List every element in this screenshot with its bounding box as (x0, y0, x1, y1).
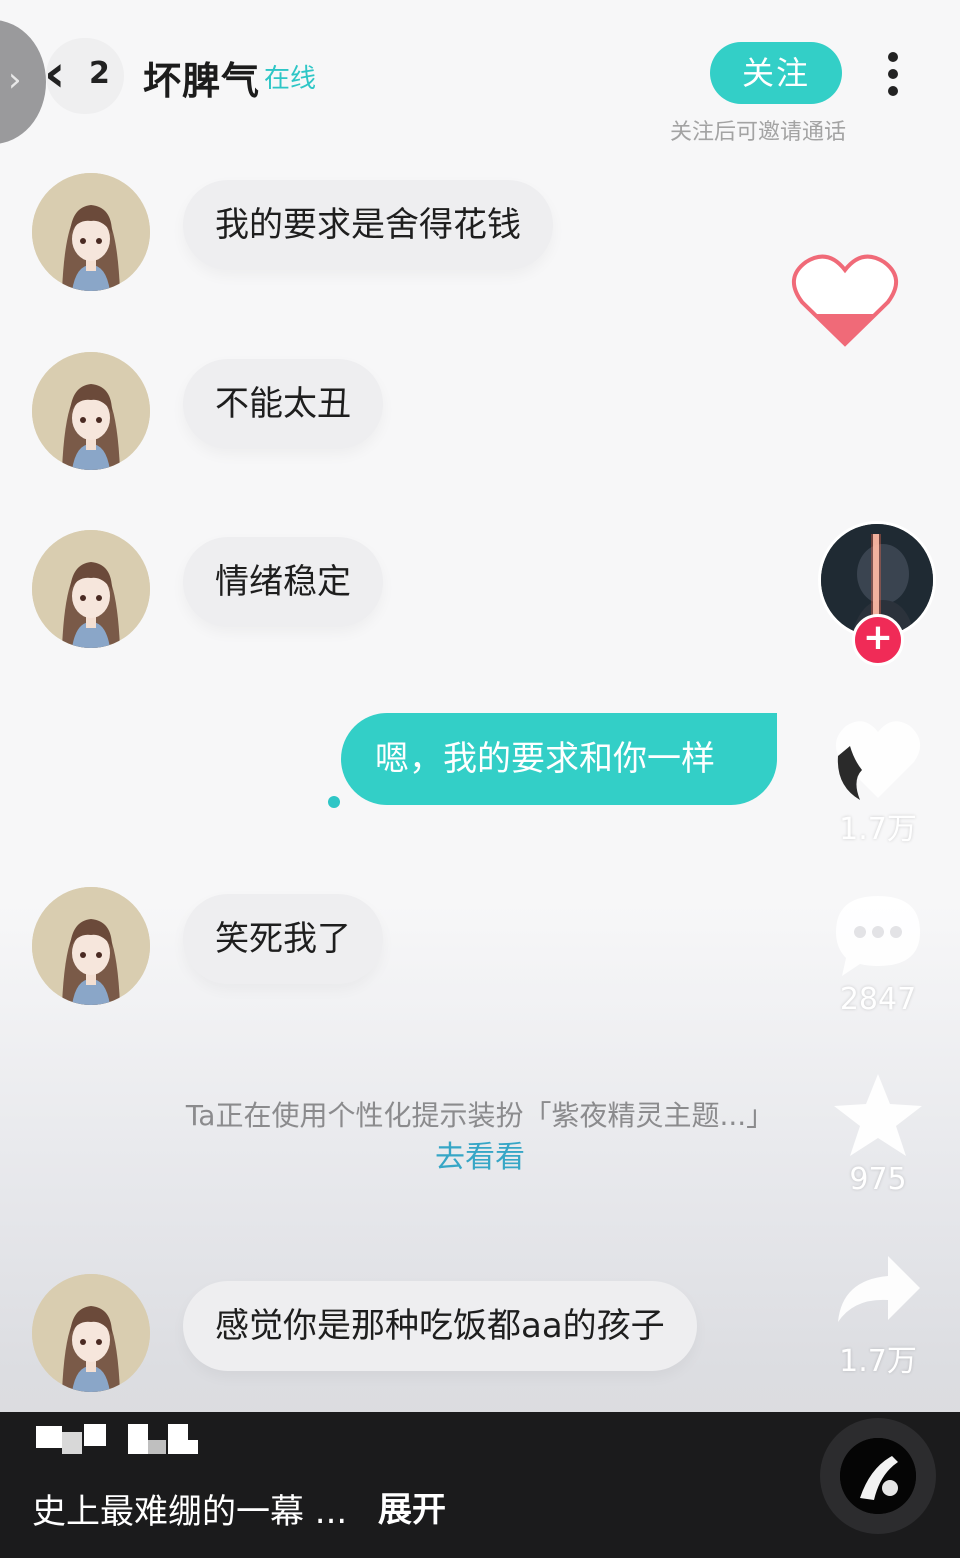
expand-button[interactable]: 展开 (378, 1482, 446, 1531)
heart-icon (792, 254, 898, 347)
favorite-count: 975 (849, 1162, 907, 1197)
comment-icon[interactable] (832, 892, 924, 978)
side-drawer-tab[interactable]: › (0, 20, 46, 144)
unread-count: 2 (89, 56, 110, 91)
author-name-pixelated[interactable] (36, 1418, 216, 1462)
avatar[interactable] (32, 530, 150, 648)
screen: › ‹ 2 坏脾气 在线 关注 关注后可邀请通话 我的要求是舍得花钱 不能太丑 … (0, 0, 960, 1558)
message-bubble[interactable]: 我的要求是舍得花钱 (183, 180, 553, 270)
star-icon[interactable] (832, 1072, 924, 1158)
message-bubble[interactable]: 感觉你是那种吃饭都aa的孩子 (183, 1281, 697, 1371)
chevron-left-icon: ‹ (44, 44, 66, 104)
follow-hint: 关注后可邀请通话 (670, 120, 847, 145)
heart-icon[interactable] (832, 716, 924, 802)
message-bubble[interactable]: 笑死我了 (183, 894, 383, 984)
share-icon[interactable] (832, 1250, 924, 1336)
avatar[interactable] (32, 352, 150, 470)
chevron-right-icon: › (8, 60, 22, 100)
share-count: 1.7万 (839, 1344, 917, 1379)
chat-title: 坏脾气 (143, 59, 261, 103)
read-indicator (328, 796, 340, 808)
message-bubble[interactable]: 情绪稳定 (183, 537, 383, 627)
message-bubble[interactable]: 不能太丑 (183, 359, 383, 449)
online-status: 在线 (264, 64, 317, 94)
music-cover (840, 1438, 916, 1514)
comment-count: 2847 (839, 982, 917, 1017)
my-message-bubble[interactable]: 嗯，我的要求和你一样 (341, 713, 777, 805)
video-caption: 史上最难绷的一幕 ... (32, 1492, 348, 1532)
like-count: 1.7万 (839, 812, 917, 847)
follow-button[interactable]: 关注 (710, 42, 842, 104)
avatar[interactable] (32, 1274, 150, 1392)
follow-plus-button[interactable]: + (852, 614, 904, 666)
avatar[interactable] (32, 887, 150, 1005)
avatar[interactable] (32, 173, 150, 291)
theme-tip: Ta正在使用个性化提示装扮「紫夜精灵主题...」 (185, 1099, 775, 1132)
more-vertical-icon[interactable] (880, 52, 906, 98)
